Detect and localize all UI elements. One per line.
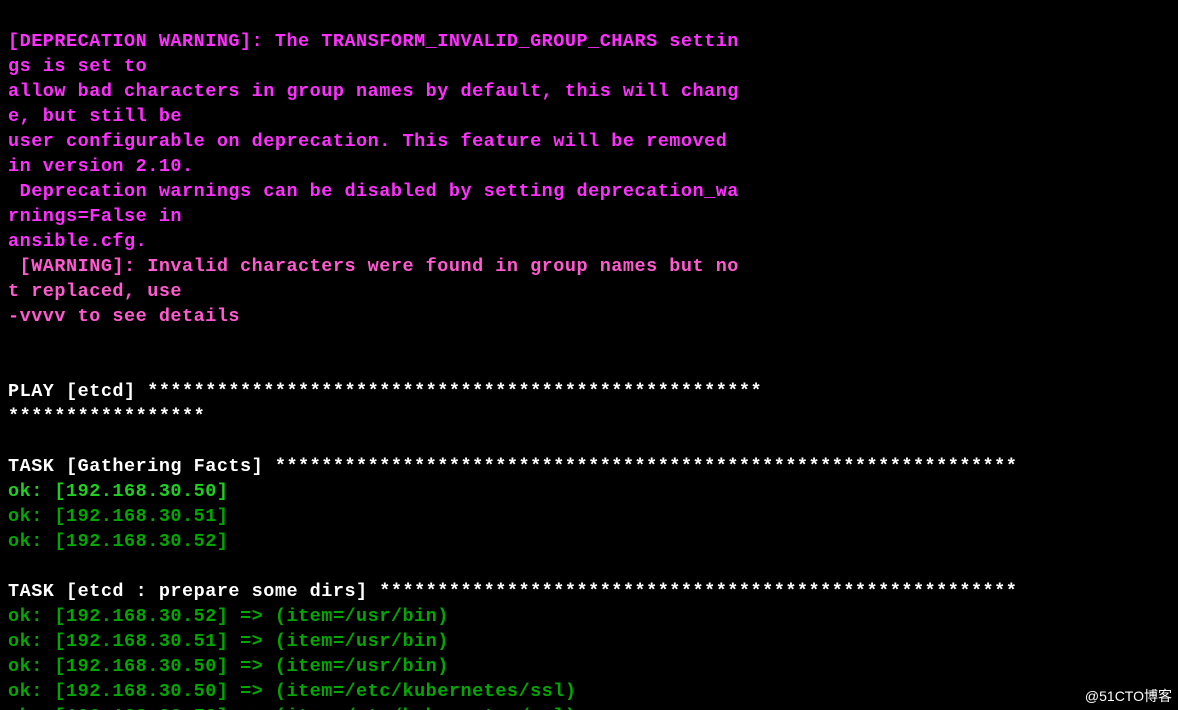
task-ok-line: ok: [192.168.30.51] bbox=[8, 506, 228, 527]
blank-line bbox=[8, 556, 20, 577]
task-ok-line: ok: [192.168.30.52] bbox=[8, 531, 228, 552]
watermark-text: @51CTO博客 bbox=[1085, 686, 1172, 706]
blank-line bbox=[8, 331, 20, 352]
warning-line: -vvvv to see details bbox=[8, 306, 240, 327]
deprecation-warning-line: [DEPRECATION WARNING]: The TRANSFORM_INV… bbox=[8, 31, 739, 52]
deprecation-warning-line: user configurable on deprecation. This f… bbox=[8, 131, 727, 152]
play-header-line: PLAY [etcd] ****************************… bbox=[8, 381, 762, 402]
task-ok-line: ok: [192.168.30.51] => (item=/usr/bin) bbox=[8, 631, 449, 652]
deprecation-warning-line: e, but still be bbox=[8, 106, 182, 127]
play-header-line: ***************** bbox=[8, 406, 205, 427]
deprecation-warning-line: Deprecation warnings can be disabled by … bbox=[8, 181, 739, 202]
task-ok-line: ok: [192.168.30.50] => (item=/etc/kubern… bbox=[8, 681, 577, 702]
blank-line bbox=[8, 356, 20, 377]
deprecation-warning-line: ansible.cfg. bbox=[8, 231, 147, 252]
warning-line: [WARNING]: Invalid characters were found… bbox=[8, 256, 739, 277]
task-header-line: TASK [etcd : prepare some dirs] ********… bbox=[8, 581, 1017, 602]
task-ok-line: ok: [192.168.30.50] => (item=/usr/bin) bbox=[8, 656, 449, 677]
task-ok-line: ok: [192.168.30.50] bbox=[8, 481, 228, 502]
task-header-line: TASK [Gathering Facts] *****************… bbox=[8, 456, 1017, 477]
warning-line: t replaced, use bbox=[8, 281, 182, 302]
deprecation-warning-line: rnings=False in bbox=[8, 206, 182, 227]
task-ok-line: ok: [192.168.30.52] => (item=/etc/kubern… bbox=[8, 706, 577, 710]
deprecation-warning-line: gs is set to bbox=[8, 56, 147, 77]
blank-line bbox=[8, 431, 20, 452]
deprecation-warning-line: allow bad characters in group names by d… bbox=[8, 81, 739, 102]
task-ok-line: ok: [192.168.30.52] => (item=/usr/bin) bbox=[8, 606, 449, 627]
terminal-output: [DEPRECATION WARNING]: The TRANSFORM_INV… bbox=[0, 0, 1178, 710]
deprecation-warning-line: in version 2.10. bbox=[8, 156, 194, 177]
